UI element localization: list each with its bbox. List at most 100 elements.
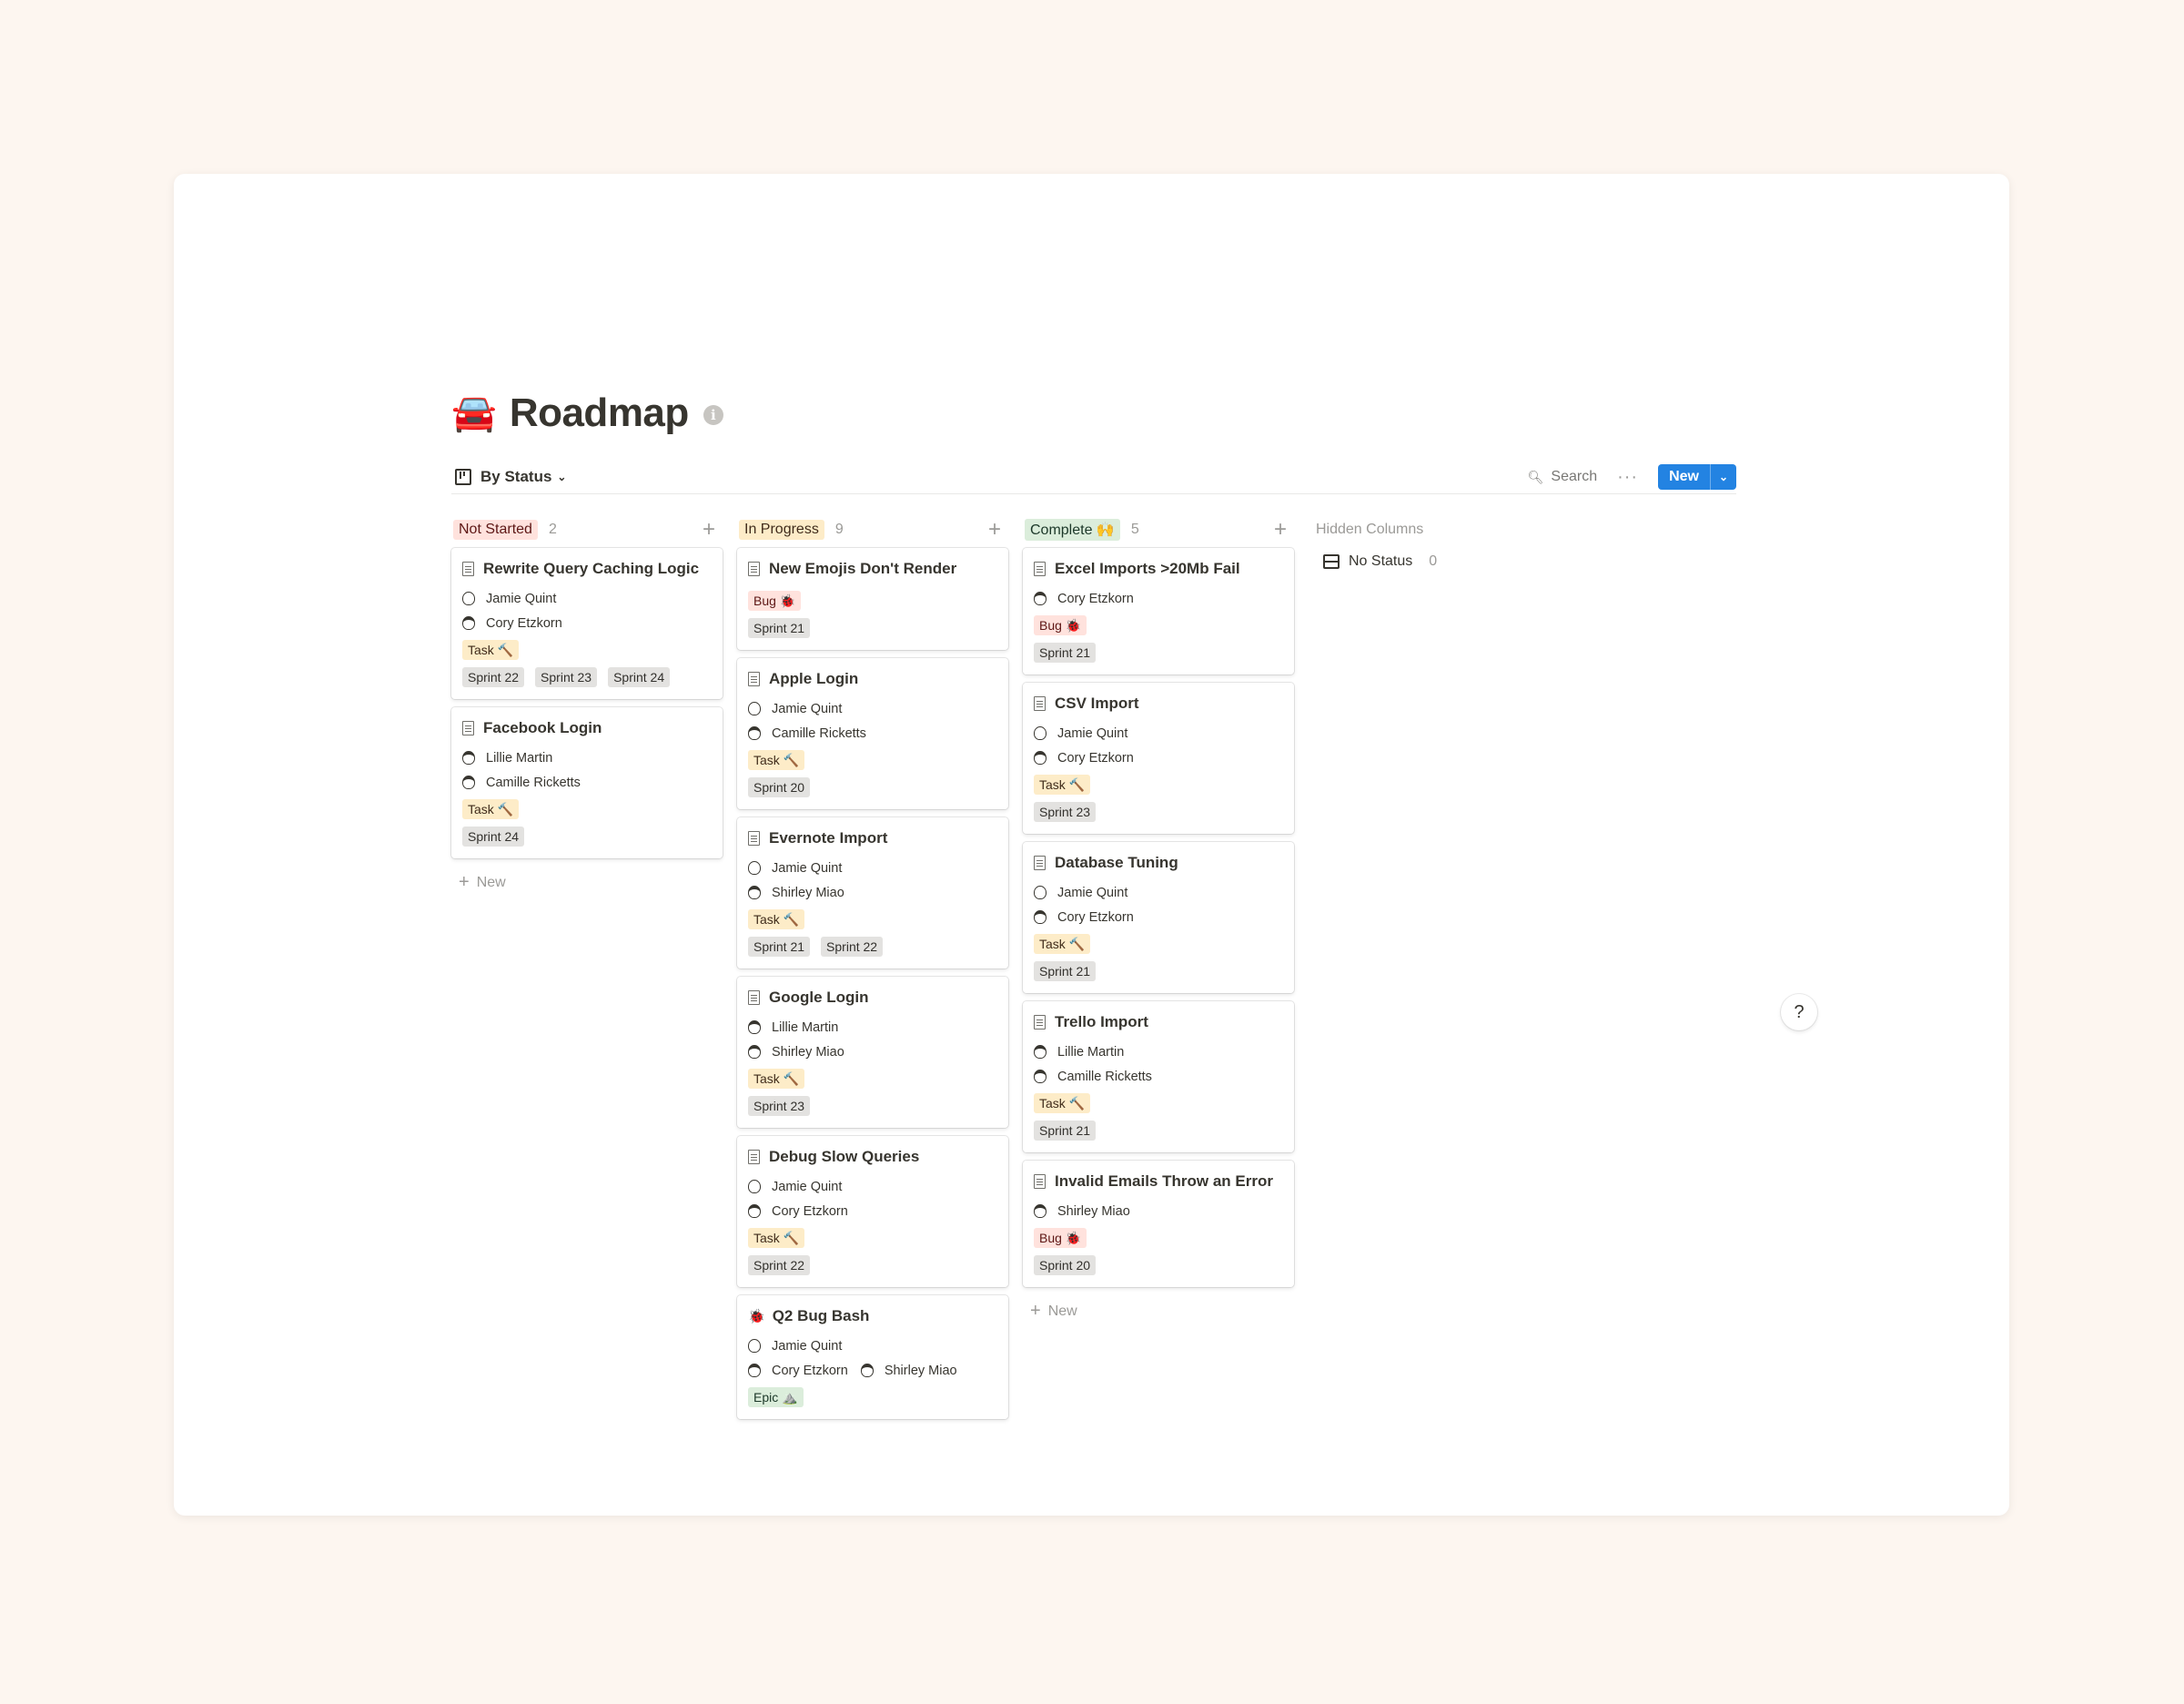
page-emoji-icon[interactable]: 🚘 xyxy=(451,395,497,431)
assignee: Cory Etzkorn xyxy=(1034,592,1134,606)
card-title: Excel Imports >20Mb Fail xyxy=(1055,560,1240,577)
avatar-icon xyxy=(748,886,761,899)
board-card[interactable]: Database Tuning Jamie Quint Cory Etzkorn… xyxy=(1023,842,1294,993)
assignee-row: Cory Etzkorn xyxy=(1034,905,1283,929)
sprint-tag: Sprint 20 xyxy=(748,777,811,797)
type-tag: Bug 🐞 xyxy=(1034,1228,1087,1248)
card-assignees: Lillie Martin Camille Ricketts xyxy=(1034,1040,1283,1089)
sprint-tags: Sprint 21 xyxy=(748,615,997,641)
card-assignees: Jamie Quint Cory Etzkorn xyxy=(1034,721,1283,770)
assignee: Lillie Martin xyxy=(1034,1045,1124,1060)
add-new-card-button[interactable]: + New xyxy=(1023,1295,1294,1327)
card-title-row: New Emojis Don't Render xyxy=(748,557,997,581)
avatar-icon xyxy=(748,1364,761,1377)
assignee-name: Cory Etzkorn xyxy=(1057,750,1134,766)
assignee-row: Jamie Quint xyxy=(748,1174,997,1199)
info-icon[interactable]: i xyxy=(703,405,723,425)
card-title-row: Trello Import xyxy=(1034,1010,1283,1034)
assignee-name: Jamie Quint xyxy=(772,701,843,716)
board-card[interactable]: Facebook Login Lillie Martin Camille Ric… xyxy=(451,707,723,858)
add-new-label: New xyxy=(1047,1303,1077,1319)
page-document-icon xyxy=(748,562,760,576)
card-title: Evernote Import xyxy=(769,829,888,847)
assignee-row: Shirley Miao xyxy=(748,880,997,905)
board-card[interactable]: Debug Slow Queries Jamie Quint Cory Etzk… xyxy=(737,1136,1008,1287)
type-tag: Task 🔨 xyxy=(748,1228,805,1248)
card-title: Debug Slow Queries xyxy=(769,1148,920,1165)
status-pill[interactable]: Not Started xyxy=(453,520,538,540)
page-content: 🚘 Roadmap i By Status ⌄ 🔍︎ Search ··· Ne… xyxy=(451,388,1736,1419)
view-selector-button[interactable]: By Status ⌄ xyxy=(451,468,570,486)
assignee: Cory Etzkorn xyxy=(748,1364,848,1378)
sprint-tag: Sprint 20 xyxy=(1034,1255,1097,1275)
assignee-name: Cory Etzkorn xyxy=(1057,591,1134,606)
add-card-plus-icon[interactable]: + xyxy=(988,519,1001,541)
card-title: Google Login xyxy=(769,989,869,1006)
assignee-name: Camille Ricketts xyxy=(486,775,581,790)
page-title[interactable]: Roadmap xyxy=(510,390,689,436)
type-tags: Task 🔨 xyxy=(462,637,712,663)
assignee: Jamie Quint xyxy=(748,861,842,876)
card-title: Apple Login xyxy=(769,670,859,687)
sprint-tag: Sprint 22 xyxy=(462,667,525,687)
board-card[interactable]: New Emojis Don't Render Bug 🐞 Sprint 21 xyxy=(737,548,1008,650)
assignee-row: Cory Etzkorn Shirley Miao xyxy=(748,1358,997,1383)
type-tag: Task 🔨 xyxy=(1034,1093,1091,1113)
assignee-row: Camille Ricketts xyxy=(1034,1064,1283,1089)
assignee: Camille Ricketts xyxy=(748,726,866,741)
help-button[interactable]: ? xyxy=(1781,994,1817,1030)
avatar-icon xyxy=(1034,751,1046,765)
card-assignees: Cory Etzkorn xyxy=(1034,586,1283,611)
view-label: By Status xyxy=(480,468,552,485)
card-assignees: Jamie Quint Cory Etzkorn xyxy=(462,586,712,635)
card-title: Invalid Emails Throw an Error xyxy=(1055,1172,1273,1190)
search-label: Search xyxy=(1551,469,1598,484)
new-button-group: New ⌄ xyxy=(1658,464,1736,490)
card-assignees: Lillie Martin Camille Ricketts xyxy=(462,746,712,795)
assignee-name: Shirley Miao xyxy=(1057,1203,1130,1219)
assignee-name: Jamie Quint xyxy=(772,860,843,876)
board-card[interactable]: CSV Import Jamie Quint Cory Etzkorn Task… xyxy=(1023,683,1294,834)
more-options-icon[interactable]: ··· xyxy=(1617,467,1638,488)
type-tags: Task 🔨 xyxy=(748,747,997,773)
board-card[interactable]: Invalid Emails Throw an Error Shirley Mi… xyxy=(1023,1161,1294,1287)
new-dropdown-chevron-icon[interactable]: ⌄ xyxy=(1710,464,1736,490)
board-card[interactable]: 🐞 Q2 Bug Bash Jamie Quint Cory Etzkorn Sh… xyxy=(737,1295,1008,1419)
status-pill[interactable]: Complete 🙌 xyxy=(1025,519,1120,541)
type-tags: Epic ⛰️ xyxy=(748,1384,997,1410)
sprint-tag: Sprint 24 xyxy=(608,667,671,687)
assignee: Camille Ricketts xyxy=(462,776,581,790)
board-card[interactable]: Rewrite Query Caching Logic Jamie Quint … xyxy=(451,548,723,699)
avatar-icon xyxy=(1034,1204,1046,1218)
new-button[interactable]: New xyxy=(1658,464,1710,490)
board-column: In Progress 9 + New Emojis Don't Render B… xyxy=(737,512,1008,1427)
board-card[interactable]: Google Login Lillie Martin Shirley Miao … xyxy=(737,977,1008,1128)
add-card-plus-icon[interactable]: + xyxy=(1274,519,1287,541)
sprint-tag: Sprint 21 xyxy=(1034,961,1097,981)
column-header: Complete 🙌 5 + xyxy=(1023,512,1294,548)
board-card[interactable]: Trello Import Lillie Martin Camille Rick… xyxy=(1023,1001,1294,1152)
avatar-icon xyxy=(1034,886,1046,899)
search-button[interactable]: 🔍︎ Search xyxy=(1528,469,1597,485)
board-card[interactable]: Evernote Import Jamie Quint Shirley Miao… xyxy=(737,817,1008,969)
type-tag: Bug 🐞 xyxy=(1034,615,1087,635)
card-assignees: Jamie Quint Shirley Miao xyxy=(748,856,997,905)
page-document-icon xyxy=(1034,696,1046,711)
assignee-row: Lillie Martin xyxy=(1034,1040,1283,1064)
sprint-tags: Sprint 20 xyxy=(748,775,997,800)
sprint-tag: Sprint 22 xyxy=(821,937,884,957)
assignee: Cory Etzkorn xyxy=(1034,910,1134,925)
assignee-name: Jamie Quint xyxy=(772,1338,843,1354)
add-new-card-button[interactable]: + New xyxy=(451,867,723,898)
board-card[interactable]: Apple Login Jamie Quint Camille Ricketts… xyxy=(737,658,1008,809)
no-status-column-item[interactable]: No Status 0 xyxy=(1312,548,1549,575)
type-tags: Task 🔨 xyxy=(1034,1090,1283,1116)
page-document-icon xyxy=(748,672,760,686)
avatar-icon xyxy=(748,1339,761,1353)
column-count: 5 xyxy=(1130,522,1139,537)
board-card[interactable]: Excel Imports >20Mb Fail Cory Etzkorn Bu… xyxy=(1023,548,1294,674)
add-card-plus-icon[interactable]: + xyxy=(703,519,715,541)
avatar-icon xyxy=(1034,1070,1046,1083)
status-pill[interactable]: In Progress xyxy=(739,520,824,540)
sprint-tags: Sprint 21 xyxy=(1034,958,1283,984)
